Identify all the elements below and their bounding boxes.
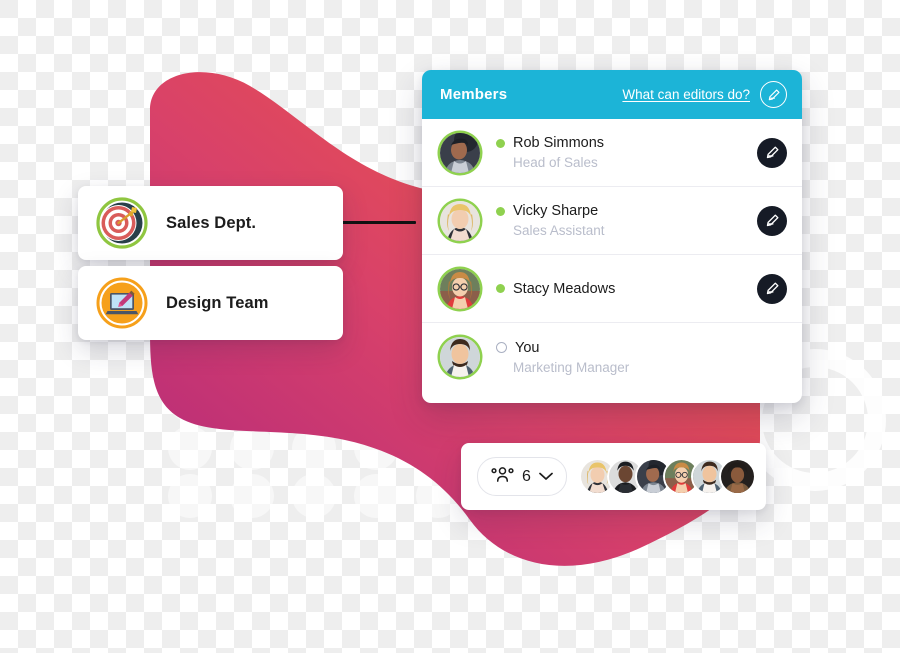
page-title: Members (440, 86, 508, 103)
member-name-line: Vicky Sharpe (496, 203, 605, 219)
member-row[interactable]: Stacy Meadows (422, 255, 802, 323)
pencil-icon[interactable] (757, 137, 787, 168)
member-name: You (515, 339, 540, 356)
members-panel-header: Members What can editors do? (422, 70, 802, 119)
laptop-paintbrush-icon (96, 277, 148, 329)
member-role: Head of Sales (513, 155, 598, 170)
status-dot-offline (496, 342, 507, 353)
what-can-editors-do-link[interactable]: What can editors do? (622, 87, 750, 102)
member-row[interactable]: You Marketing Manager (422, 323, 802, 391)
pencil-icon[interactable] (757, 205, 787, 236)
avatar[interactable] (720, 460, 754, 493)
member-name-line: You (496, 340, 629, 356)
avatar (440, 268, 480, 309)
member-name: Stacy Meadows (513, 280, 616, 297)
member-info: Rob Simmons Head of Sales (496, 135, 604, 170)
team-card-label: Design Team (166, 293, 269, 312)
avatar-stack[interactable] (580, 460, 754, 493)
team-card-label: Sales Dept. (166, 213, 257, 232)
member-count: 6 (522, 467, 531, 485)
member-name-line: Rob Simmons (496, 135, 604, 151)
member-name: Vicky Sharpe (513, 203, 599, 219)
status-dot-online (496, 138, 505, 148)
member-role: Marketing Manager (513, 359, 630, 375)
avatar (440, 132, 480, 173)
chevron-down-icon[interactable] (539, 468, 553, 486)
member-name-line: Stacy Meadows (496, 281, 615, 297)
avatar (440, 200, 480, 241)
members-count-bar: 6 (461, 443, 766, 510)
member-role: Sales Assistant (513, 223, 605, 238)
member-row[interactable]: Vicky Sharpe Sales Assistant (422, 187, 802, 255)
member-count-dropdown[interactable]: 6 (477, 457, 567, 496)
member-info: Vicky Sharpe Sales Assistant (496, 203, 605, 238)
avatar (440, 337, 480, 377)
members-panel: Members What can editors do? Rob Simmons… (422, 70, 802, 403)
pencil-circle-icon[interactable] (760, 81, 787, 108)
member-info: You Marketing Manager (496, 340, 629, 375)
header-actions: What can editors do? (622, 81, 787, 108)
member-info: Stacy Meadows (496, 281, 615, 297)
canvas: Sales Dept. Design Team Members What can… (0, 0, 900, 653)
team-card-design[interactable]: Design Team (78, 266, 343, 340)
target-dartboard-icon (96, 197, 148, 249)
status-dot-online (496, 284, 505, 293)
member-row[interactable]: Rob Simmons Head of Sales (422, 119, 802, 187)
status-dot-online (496, 206, 505, 216)
member-name: Rob Simmons (513, 135, 605, 151)
team-card-sales[interactable]: Sales Dept. (78, 186, 343, 260)
pencil-icon[interactable] (757, 273, 787, 304)
people-group-icon (491, 466, 514, 488)
